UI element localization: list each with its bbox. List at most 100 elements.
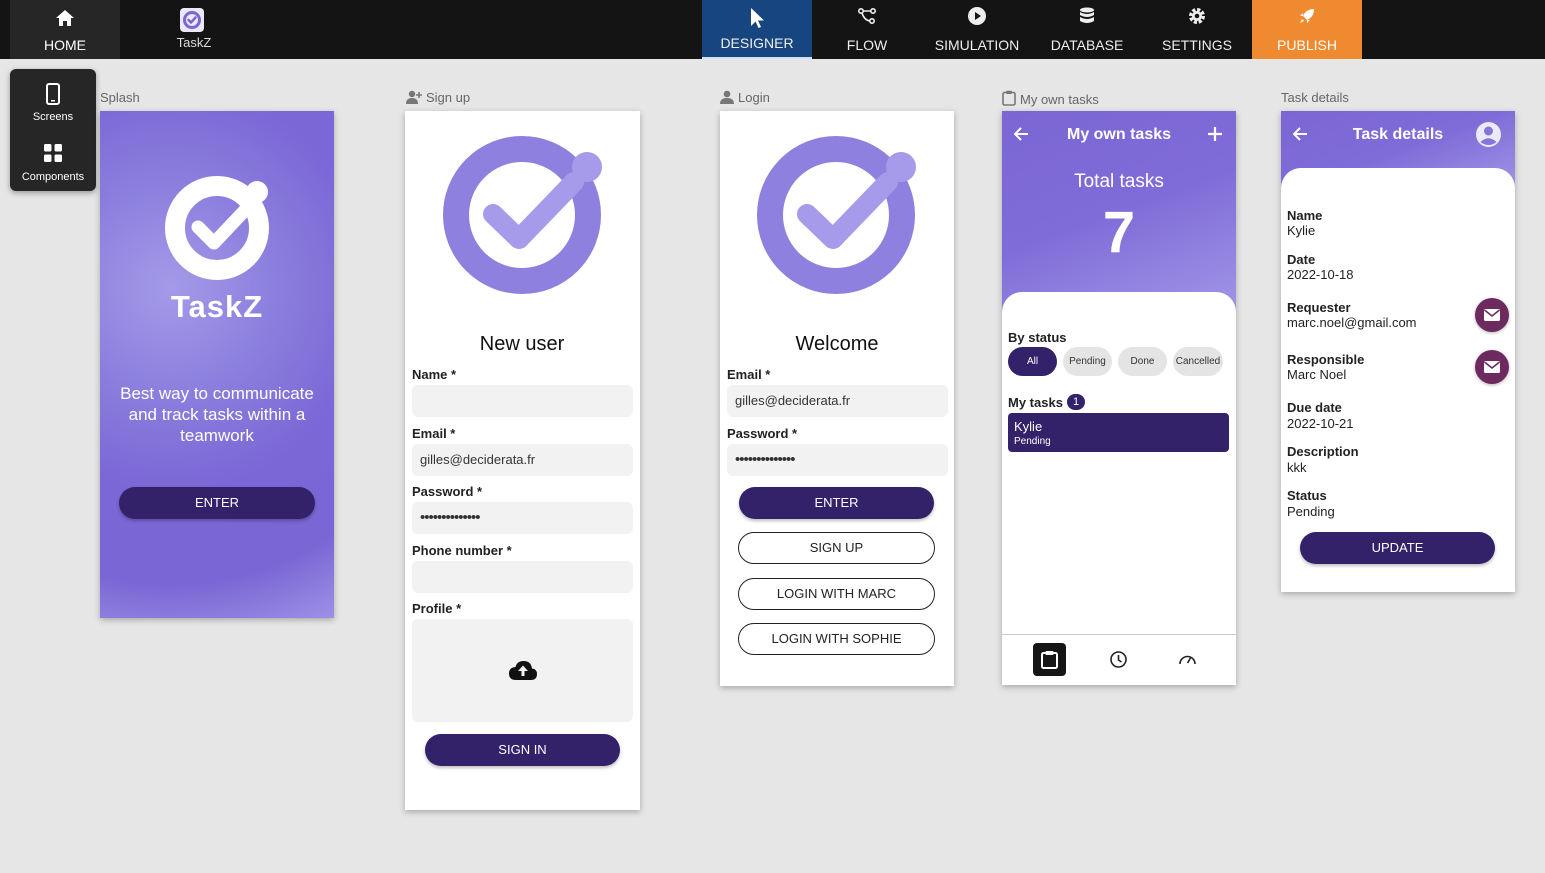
cloud-upload-icon <box>509 661 537 680</box>
bottom-nav-history[interactable] <box>1102 643 1135 676</box>
screens-button[interactable]: Screens <box>10 73 96 131</box>
splash-tagline: Best way to communicate and track tasks … <box>120 384 314 445</box>
splash-brand: TaskZ <box>170 289 264 324</box>
login-email-label: Email * <box>727 367 771 382</box>
task-item-name: Kylie <box>1014 419 1043 434</box>
detail-name-value: Kylie <box>1287 223 1316 238</box>
phone-input[interactable] <box>412 561 633 593</box>
email-responsible-button[interactable] <box>1475 350 1509 384</box>
signup-logo-icon <box>443 136 602 294</box>
home-button[interactable]: HOME <box>10 0 120 59</box>
name-input[interactable] <box>412 385 633 417</box>
login-screen[interactable]: Welcome Email * gilles@deciderata.fr Pas… <box>720 111 954 686</box>
signup-screen[interactable]: New user Name * Email * gilles@deciderat… <box>405 111 640 810</box>
splash-enter-button[interactable]: ENTER <box>119 487 315 519</box>
components-button[interactable]: Components <box>10 133 96 191</box>
splash-screen[interactable]: TaskZ Best way to communicate and track … <box>100 111 334 618</box>
bottom-nav <box>1002 634 1236 685</box>
screens-label: Screens <box>32 111 74 123</box>
login-email-input[interactable]: gilles@deciderata.fr <box>727 385 948 417</box>
my-tasks-screen[interactable]: My own tasks Total tasks 7 By status All… <box>1002 111 1236 685</box>
password-field-label: Password * <box>412 484 483 499</box>
gauge-icon <box>1179 655 1196 665</box>
tab-designer[interactable]: DESIGNER <box>702 0 812 59</box>
tab-flow[interactable]: FLOW <box>812 0 922 59</box>
update-button[interactable]: UPDATE <box>1300 532 1495 564</box>
login-logo-icon <box>757 136 916 294</box>
gear-icon <box>1189 8 1205 24</box>
add-user-icon <box>406 90 422 104</box>
signup-button[interactable]: SIGN UP <box>738 532 935 564</box>
tab-publish-label: PUBLISH <box>1277 37 1337 53</box>
login-enter-button[interactable]: ENTER <box>739 487 934 519</box>
taskz-logo-icon <box>165 176 269 280</box>
filter-chip-all[interactable]: All <box>1008 347 1057 376</box>
login-password-label: Password * <box>727 426 798 441</box>
flow-icon <box>857 7 877 25</box>
splash-screen-label[interactable]: Splash <box>100 90 140 105</box>
tab-designer-label: DESIGNER <box>720 35 794 51</box>
task-details-screen[interactable]: Task details Name Kylie Date 2022-10-18 … <box>1281 111 1515 592</box>
my-tasks-screen-label[interactable]: My own tasks <box>1002 90 1099 107</box>
detail-due-label: Due date <box>1287 400 1342 415</box>
name-field-label: Name * <box>412 367 457 382</box>
detail-due-value: 2022-10-21 <box>1287 416 1354 431</box>
tab-settings[interactable]: SETTINGS <box>1142 0 1252 59</box>
play-icon <box>968 7 986 25</box>
app-name: TaskZ <box>176 35 212 50</box>
tab-settings-label: SETTINGS <box>1161 37 1232 53</box>
tasks-header: My own tasks Total tasks 7 <box>1002 111 1236 311</box>
my-tasks-label: My tasks <box>1008 395 1063 410</box>
filter-chip-pending[interactable]: Pending <box>1063 347 1112 376</box>
login-with-marc-button[interactable]: LOGIN WITH MARC <box>738 578 935 610</box>
tab-publish[interactable]: PUBLISH <box>1252 0 1362 59</box>
signup-screen-label[interactable]: Sign up <box>406 90 470 105</box>
total-tasks-value: 7 <box>1102 200 1136 265</box>
detail-responsible-value: Marc Noel <box>1287 367 1347 382</box>
grid-icon <box>44 144 62 162</box>
email-input[interactable]: gilles@deciderata.fr <box>412 444 633 476</box>
detail-status-value: Pending <box>1287 504 1335 519</box>
home-icon <box>56 10 74 26</box>
tab-flow-label: FLOW <box>846 37 888 53</box>
password-input[interactable]: •••••••••••••• <box>412 502 633 534</box>
total-tasks-label: Total tasks <box>1074 171 1164 192</box>
cursor-icon <box>751 8 764 28</box>
components-label: Components <box>21 171 85 183</box>
app-logo[interactable]: TaskZ <box>150 0 238 59</box>
login-with-sophie-button[interactable]: LOGIN WITH SOPHIE <box>738 623 935 655</box>
tab-simulation[interactable]: SIMULATION <box>922 0 1032 59</box>
detail-responsible-label: Responsible <box>1287 352 1365 367</box>
detail-requester-label: Requester <box>1287 300 1351 315</box>
mail-icon <box>1484 309 1500 321</box>
sign-in-button[interactable]: SIGN IN <box>425 734 620 766</box>
rocket-icon <box>1300 9 1314 23</box>
tab-database[interactable]: DATABASE <box>1032 0 1142 59</box>
detail-status-label: Status <box>1287 488 1327 503</box>
add-icon[interactable] <box>1208 127 1222 141</box>
email-field-label: Email * <box>412 426 456 441</box>
account-icon[interactable] <box>1475 121 1502 148</box>
bottom-nav-tasks[interactable] <box>1033 643 1066 676</box>
app-logo-icon <box>180 8 204 32</box>
phone-icon <box>46 83 60 105</box>
task-list-item[interactable]: Kylie Pending <box>1008 413 1229 452</box>
detail-description-value: kkk <box>1287 460 1307 475</box>
clipboard-icon <box>1002 90 1016 106</box>
login-screen-label[interactable]: Login <box>720 90 770 105</box>
filter-chip-done[interactable]: Done <box>1118 347 1167 376</box>
tasks-title: My own tasks <box>1066 126 1172 143</box>
task-item-status: Pending <box>1014 436 1051 447</box>
by-status-label: By status <box>1008 330 1067 345</box>
database-icon <box>1080 7 1094 23</box>
mail-icon <box>1484 361 1500 373</box>
task-details-screen-label[interactable]: Task details <box>1281 90 1349 105</box>
login-title: Welcome <box>795 333 879 355</box>
login-password-input[interactable]: •••••••••••••• <box>727 444 948 476</box>
top-bar: HOME TaskZ DESIGNER FLOW SIMULATION DATA… <box>0 0 1545 59</box>
clock-icon <box>1110 651 1127 668</box>
email-requester-button[interactable] <box>1475 298 1509 332</box>
bottom-nav-dashboard[interactable] <box>1171 643 1204 676</box>
filter-chip-cancelled[interactable]: Cancelled <box>1173 347 1223 376</box>
profile-upload[interactable] <box>412 619 633 722</box>
